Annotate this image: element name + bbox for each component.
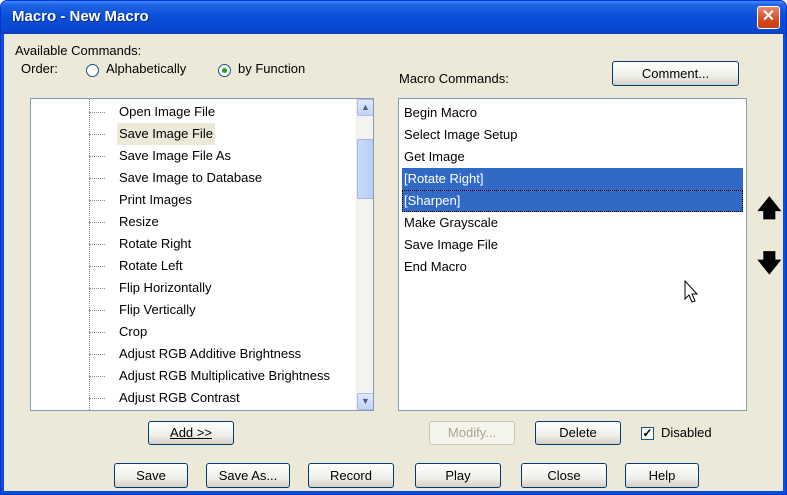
tree-connector — [89, 332, 105, 333]
available-scrollbar[interactable]: ▲ ▼ — [356, 99, 373, 410]
tree-connector — [89, 398, 105, 399]
available-command-label: Crop — [119, 324, 148, 339]
close-button[interactable]: Close — [521, 463, 607, 488]
tree-connector — [89, 288, 105, 289]
available-command-label: Adjust RGB Additive Brightness — [119, 346, 302, 361]
available-command-label: Print Images — [119, 192, 192, 207]
add-button-label: Add >> — [170, 425, 212, 440]
record-button[interactable]: Record — [308, 463, 394, 488]
macro-command-item[interactable]: Get Image — [402, 146, 743, 168]
macro-commands-list[interactable]: Begin Macro Select Image Setup Get Image [R… — [398, 98, 747, 411]
tree-connector — [89, 112, 105, 113]
available-command-label: Flip Horizontally — [119, 280, 212, 295]
radio-by-function-label[interactable]: by Function — [238, 61, 305, 76]
macro-commands-label: Macro Commands: — [399, 71, 509, 86]
scroll-thumb[interactable] — [357, 139, 373, 199]
delete-button[interactable]: Delete — [535, 421, 621, 445]
available-command-label: Flip Vertically — [119, 302, 196, 317]
available-command-label: Save Image to Database — [119, 170, 263, 185]
tree-connector — [89, 266, 105, 267]
available-commands-label: Available Commands: — [15, 43, 142, 58]
available-command-label: Rotate Left — [119, 258, 183, 273]
add-button[interactable]: Add >> — [148, 421, 234, 445]
scroll-down-icon[interactable]: ▼ — [357, 393, 373, 410]
macro-command-item[interactable]: Save Image File — [402, 234, 743, 256]
scroll-up-icon[interactable]: ▲ — [357, 99, 373, 116]
tree-connector — [89, 244, 105, 245]
radio-alphabetically-label[interactable]: Alphabetically — [106, 61, 186, 76]
tree-connector — [89, 310, 105, 311]
tree-connector — [89, 376, 105, 377]
macro-command-item[interactable]: [Sharpen] — [402, 190, 743, 212]
tree-connector — [89, 222, 105, 223]
tree-connector — [89, 156, 105, 157]
window-title: Macro - New Macro — [12, 8, 149, 25]
move-down-icon[interactable]: 🡇 — [757, 251, 782, 277]
available-command-label: Resize — [119, 214, 159, 229]
save-button[interactable]: Save — [114, 463, 188, 488]
play-button[interactable]: Play — [415, 463, 501, 488]
macro-dialog: Macro - New Macro ✕ Available Commands: … — [0, 0, 787, 495]
available-command-label: Save Image File — [117, 123, 215, 145]
order-label: Order: — [21, 61, 58, 76]
move-up-icon[interactable]: 🡅 — [757, 196, 782, 222]
disabled-checkbox-label[interactable]: Disabled — [661, 425, 712, 440]
available-command-label: Open Image File — [119, 104, 216, 119]
macro-command-item[interactable]: Make Grayscale — [402, 212, 743, 234]
tree-connector — [89, 99, 90, 410]
save-as-button[interactable]: Save As... — [206, 463, 290, 488]
macro-command-item[interactable]: End Macro — [402, 256, 743, 278]
tree-connector — [89, 354, 105, 355]
radio-by-function[interactable] — [218, 64, 231, 77]
radio-alphabetically[interactable] — [86, 64, 99, 77]
available-command-label: Adjust RGB Multiplicative Brightness — [119, 368, 330, 383]
disabled-checkbox[interactable]: ✓ — [641, 427, 654, 440]
macro-command-item[interactable]: Select Image Setup — [402, 124, 743, 146]
close-icon[interactable]: ✕ — [757, 6, 780, 29]
macro-command-item[interactable]: [Rotate Right] — [402, 168, 743, 190]
available-command-label: Rotate Right — [119, 236, 192, 251]
mouse-cursor-icon — [684, 280, 699, 303]
tree-connector — [89, 134, 105, 135]
tree-connector — [89, 200, 105, 201]
tree-connector — [89, 178, 105, 179]
macro-command-item[interactable]: Begin Macro — [402, 102, 743, 124]
available-command-label: Adjust RGB Contrast — [119, 390, 240, 405]
help-button[interactable]: Help — [625, 463, 699, 488]
modify-button[interactable]: Modify... — [429, 421, 515, 445]
available-command-label: Save Image File As — [119, 148, 231, 163]
comment-button[interactable]: Comment... — [612, 61, 739, 86]
title-bar[interactable]: Macro - New Macro ✕ — [1, 1, 786, 34]
available-commands-list[interactable]: Open Image File Save Image File Save Image… — [30, 98, 374, 411]
